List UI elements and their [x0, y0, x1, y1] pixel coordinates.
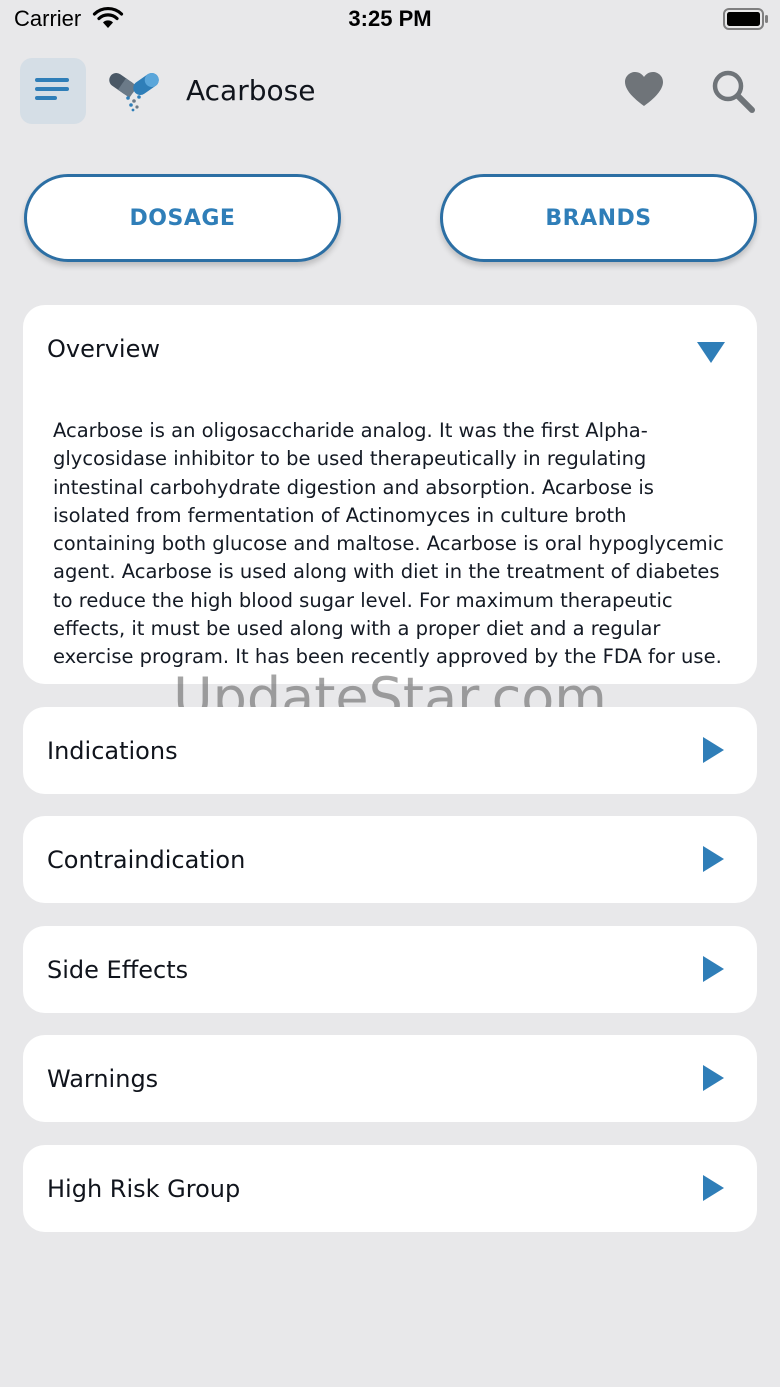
section-title: Side Effects [47, 956, 189, 984]
page-title: Acarbose [186, 74, 316, 107]
overview-header[interactable]: Overview [23, 305, 757, 395]
section-indications[interactable]: Indications [23, 707, 757, 794]
chevron-right-icon [703, 846, 724, 872]
heart-icon[interactable] [624, 72, 664, 112]
capsule-logo-icon [106, 70, 162, 116]
chevron-right-icon [703, 737, 724, 763]
search-icon[interactable] [710, 68, 756, 118]
chevron-right-icon [703, 956, 724, 982]
status-time: 3:25 PM [348, 6, 432, 31]
overview-title: Overview [47, 335, 160, 363]
chevron-down-icon [697, 342, 725, 363]
overview-text: Acarbose is an oligosaccharide analog. I… [53, 419, 724, 669]
chevron-right-icon [703, 1065, 724, 1091]
section-warnings[interactable]: Warnings [23, 1035, 757, 1122]
section-title: Contraindication [47, 846, 246, 874]
brands-button[interactable]: BRANDS [440, 174, 757, 262]
section-title: Warnings [47, 1065, 159, 1093]
battery-icon [723, 8, 769, 34]
section-contraindication[interactable]: Contraindication [23, 816, 757, 903]
hamburger-menu-icon [35, 76, 71, 106]
section-title: High Risk Group [47, 1175, 241, 1203]
overview-section: Overview Acarbose is an oligosaccharide … [23, 305, 757, 684]
menu-button[interactable] [20, 58, 86, 124]
section-high-risk-group[interactable]: High Risk Group [23, 1145, 757, 1232]
dosage-button[interactable]: DOSAGE [24, 174, 341, 262]
section-side-effects[interactable]: Side Effects [23, 926, 757, 1013]
chevron-right-icon [703, 1175, 724, 1201]
section-title: Indications [47, 737, 178, 765]
status-bar: Carrier 3:25 PM [0, 0, 780, 40]
